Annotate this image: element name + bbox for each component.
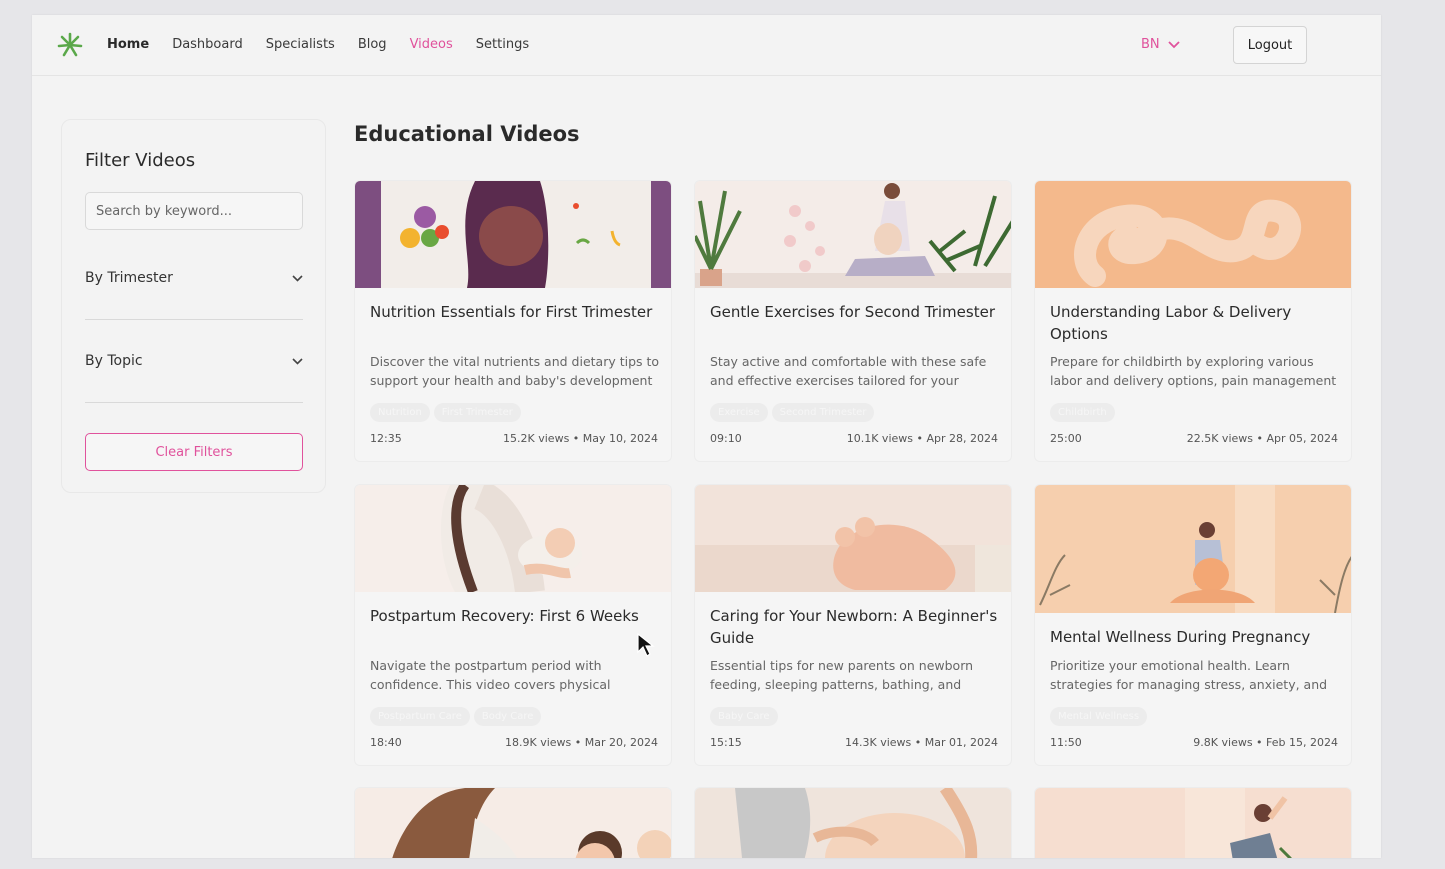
- video-meta: 25:00 22.5K views • Apr 05, 2024: [1050, 432, 1338, 445]
- divider: [85, 402, 303, 403]
- video-thumbnail[interactable]: [695, 788, 1011, 858]
- logo-icon[interactable]: [56, 31, 84, 59]
- video-description: Navigate the postpartum period with conf…: [370, 658, 611, 692]
- video-card[interactable]: Understanding Labor & Delivery Options P…: [1034, 180, 1352, 462]
- language-label: BN: [1141, 37, 1160, 52]
- trimester-label: By Trimester: [85, 270, 173, 286]
- tag-list: Nutrition First Trimester: [370, 403, 521, 422]
- tag[interactable]: Postpartum Care: [370, 707, 470, 726]
- video-title[interactable]: Caring for Your Newborn: A Beginner's Gu…: [710, 605, 1000, 649]
- video-thumbnail[interactable]: [1035, 181, 1351, 288]
- nav-dashboard[interactable]: Dashboard: [172, 37, 243, 52]
- video-thumbnail[interactable]: [1035, 788, 1351, 858]
- video-card[interactable]: Mental Wellness During Pregnancy Priorit…: [1034, 484, 1352, 766]
- nav-videos[interactable]: Videos: [410, 37, 453, 52]
- chevron-down-icon: [292, 357, 303, 365]
- video-title[interactable]: Understanding Labor & Delivery Options: [1050, 301, 1340, 345]
- nav-specialists[interactable]: Specialists: [266, 37, 335, 52]
- video-duration: 15:15: [710, 736, 742, 749]
- app-window: Home Dashboard Specialists Blog Videos S…: [32, 15, 1381, 858]
- tag-list: Postpartum Care Body Care: [370, 707, 542, 726]
- language-selector[interactable]: BN: [1141, 37, 1180, 52]
- clear-filters-button[interactable]: Clear Filters: [85, 433, 303, 471]
- video-stats: 15.2K views • May 10, 2024: [503, 432, 658, 445]
- tag-list: Exercise Second Trimester: [710, 403, 875, 422]
- video-meta: 18:40 18.9K views • Mar 20, 2024: [370, 736, 658, 749]
- video-duration: 11:50: [1050, 736, 1082, 749]
- nav-blog[interactable]: Blog: [358, 37, 387, 52]
- tag[interactable]: Second Trimester: [771, 403, 875, 422]
- tag-list: Baby Care: [710, 707, 778, 726]
- trimester-filter[interactable]: By Trimester: [85, 267, 303, 289]
- filter-title: Filter Videos: [85, 150, 196, 171]
- video-card[interactable]: [694, 787, 1012, 858]
- video-thumbnail[interactable]: [1035, 485, 1351, 613]
- divider: [85, 319, 303, 320]
- chevron-down-icon: [1168, 40, 1180, 48]
- video-duration: 25:00: [1050, 432, 1082, 445]
- video-meta: 09:10 10.1K views • Apr 28, 2024: [710, 432, 998, 445]
- video-meta: 15:15 14.3K views • Mar 01, 2024: [710, 736, 998, 749]
- search-input[interactable]: [85, 192, 303, 230]
- nav-links: Home Dashboard Specialists Blog Videos S…: [107, 37, 529, 52]
- topic-filter[interactable]: By Topic: [85, 350, 303, 372]
- video-description: Stay active and comfortable with these s…: [710, 354, 987, 388]
- video-description: Prepare for childbirth by exploring vari…: [1050, 354, 1337, 388]
- video-stats: 10.1K views • Apr 28, 2024: [846, 432, 998, 445]
- video-thumbnail[interactable]: [695, 485, 1011, 592]
- video-card[interactable]: [1034, 787, 1352, 858]
- tag-list: Mental Wellness: [1050, 707, 1148, 726]
- mouse-cursor-icon: [637, 632, 655, 657]
- video-duration: 09:10: [710, 432, 742, 445]
- video-description: Essential tips for new parents on newbor…: [710, 658, 974, 692]
- video-stats: 22.5K views • Apr 05, 2024: [1186, 432, 1338, 445]
- video-thumbnail[interactable]: [355, 181, 671, 288]
- video-stats: 18.9K views • Mar 20, 2024: [505, 736, 658, 749]
- video-stats: 14.3K views • Mar 01, 2024: [845, 736, 998, 749]
- filter-sidebar: Filter Videos By Trimester By Topic Clea…: [61, 119, 326, 493]
- video-description: Discover the vital nutrients and dietary…: [370, 354, 660, 388]
- topic-label: By Topic: [85, 353, 143, 369]
- video-meta: 11:50 9.8K views • Feb 15, 2024: [1050, 736, 1338, 749]
- tag-list: Childbirth: [1050, 403, 1115, 422]
- top-nav: Home Dashboard Specialists Blog Videos S…: [32, 15, 1381, 76]
- video-stats: 9.8K views • Feb 15, 2024: [1193, 736, 1338, 749]
- video-card[interactable]: Postpartum Recovery: First 6 Weeks Navig…: [354, 484, 672, 766]
- video-card[interactable]: Nutrition Essentials for First Trimester…: [354, 180, 672, 462]
- tag[interactable]: Mental Wellness: [1050, 707, 1148, 726]
- video-card[interactable]: Caring for Your Newborn: A Beginner's Gu…: [694, 484, 1012, 766]
- tag[interactable]: Nutrition: [370, 403, 430, 422]
- video-thumbnail[interactable]: [695, 181, 1011, 288]
- nav-home[interactable]: Home: [107, 37, 149, 52]
- video-thumbnail[interactable]: [355, 788, 671, 858]
- tag[interactable]: First Trimester: [433, 403, 521, 422]
- video-card[interactable]: [354, 787, 672, 858]
- video-duration: 18:40: [370, 736, 402, 749]
- chevron-down-icon: [292, 274, 303, 282]
- video-duration: 12:35: [370, 432, 402, 445]
- tag[interactable]: Body Care: [473, 707, 542, 726]
- video-card[interactable]: Gentle Exercises for Second Trimester St…: [694, 180, 1012, 462]
- page-title: Educational Videos: [354, 122, 580, 146]
- video-title[interactable]: Gentle Exercises for Second Trimester: [710, 301, 1000, 323]
- video-thumbnail[interactable]: [355, 485, 671, 592]
- video-title[interactable]: Mental Wellness During Pregnancy: [1050, 626, 1340, 648]
- nav-settings[interactable]: Settings: [476, 37, 529, 52]
- video-description: Prioritize your emotional health. Learn …: [1050, 658, 1328, 692]
- tag[interactable]: Baby Care: [710, 707, 778, 726]
- video-title[interactable]: Nutrition Essentials for First Trimester: [370, 301, 660, 323]
- video-title[interactable]: Postpartum Recovery: First 6 Weeks: [370, 605, 660, 627]
- tag[interactable]: Childbirth: [1050, 403, 1115, 422]
- logout-button[interactable]: Logout: [1233, 26, 1307, 64]
- tag[interactable]: Exercise: [710, 403, 768, 422]
- video-meta: 12:35 15.2K views • May 10, 2024: [370, 432, 658, 445]
